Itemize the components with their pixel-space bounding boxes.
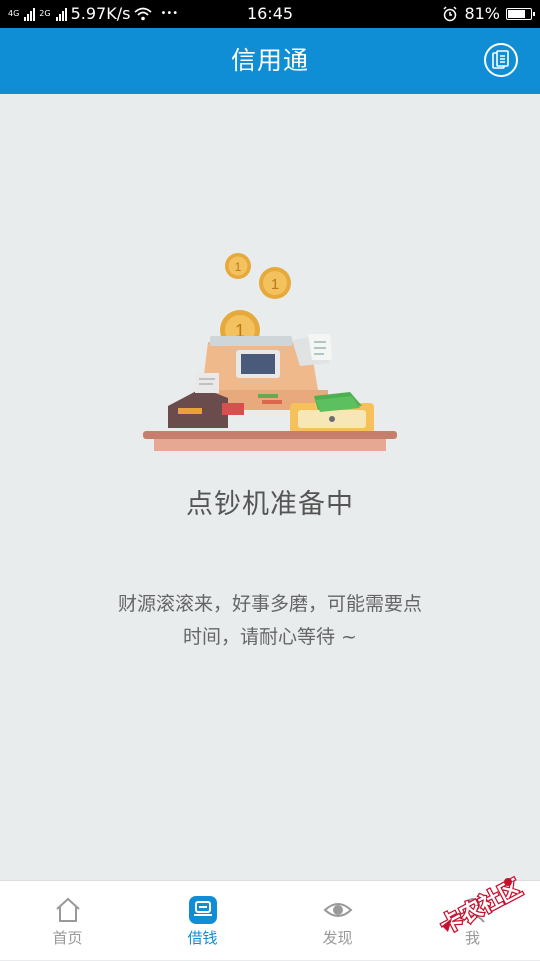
battery-fill bbox=[508, 9, 525, 18]
coin-label: 1 bbox=[235, 260, 242, 274]
loading-heading: 点钞机准备中 bbox=[186, 489, 354, 520]
tab-discover[interactable]: 发现 bbox=[270, 881, 405, 961]
loading-message-line1: 财源滚滚来，好事多磨，可能需要点 bbox=[117, 593, 422, 615]
document-button[interactable] bbox=[484, 43, 518, 77]
borrow-money-icon bbox=[188, 896, 217, 924]
tab-borrow-label: 借钱 bbox=[187, 929, 218, 947]
coin-label: 1 bbox=[271, 276, 279, 293]
tab-discover-label: 发现 bbox=[322, 929, 353, 947]
loading-message-line2: 时间，请耐心等待 ~ bbox=[183, 626, 357, 648]
battery-icon bbox=[506, 7, 535, 20]
document-icon bbox=[492, 50, 509, 69]
tab-borrow[interactable]: 借钱 bbox=[135, 881, 270, 961]
battery-percent: 81% bbox=[464, 4, 500, 23]
eye-icon bbox=[323, 903, 352, 917]
page-title: 信用通 bbox=[230, 46, 309, 75]
app-bar: 信用通 bbox=[0, 28, 540, 94]
watermark-logo: 卡农社区 bbox=[435, 874, 527, 941]
tab-home[interactable]: 首页 bbox=[0, 881, 135, 961]
coin-icon: 1 bbox=[259, 267, 291, 299]
status-right: 81% bbox=[442, 4, 535, 23]
status-bar: 4G 2G 5.97K/s ••• 16:45 81% bbox=[0, 0, 540, 28]
loading-message: 财源滚滚来，好事多磨，可能需要点 时间，请耐心等待 ~ bbox=[90, 588, 450, 654]
coin-icon: 1 bbox=[225, 253, 251, 279]
home-icon bbox=[55, 897, 80, 922]
cash-register-illustration: 1 1 1 bbox=[143, 253, 397, 451]
watermark-text: 卡农社区 bbox=[436, 875, 526, 939]
alarm-icon bbox=[443, 5, 457, 21]
tab-home-label: 首页 bbox=[52, 929, 83, 947]
